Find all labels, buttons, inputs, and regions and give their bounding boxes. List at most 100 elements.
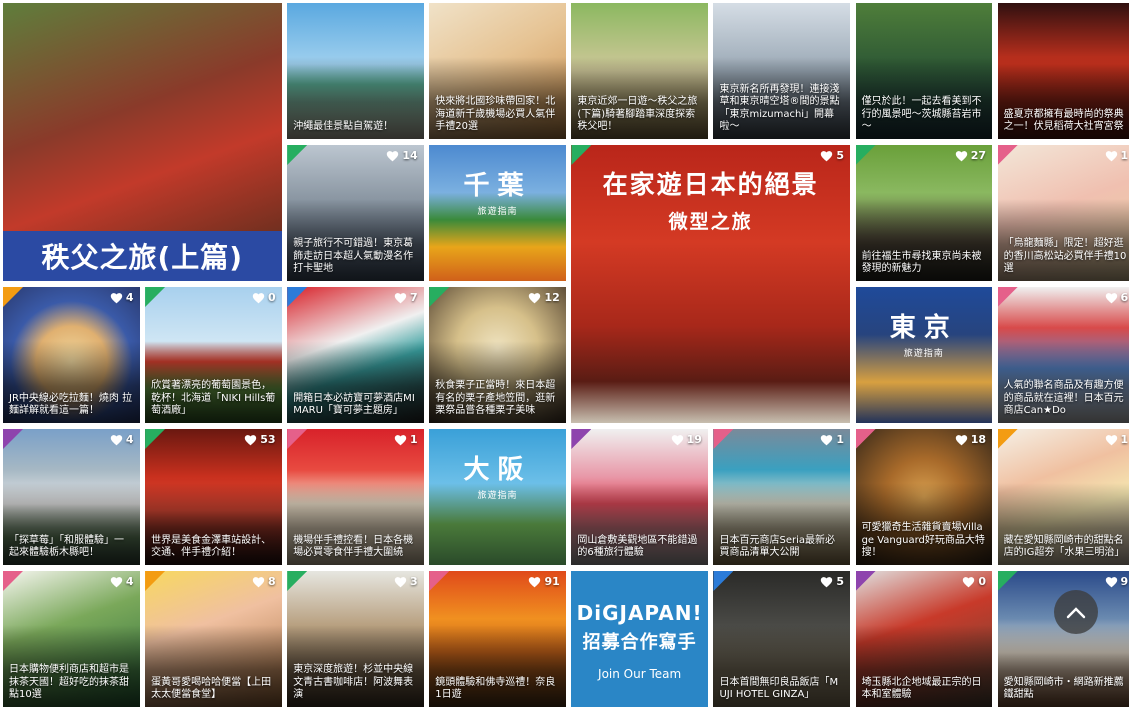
recruit-brand: DiGJAPAN! xyxy=(576,601,703,625)
city-guide-title: 千葉 旅遊指南 xyxy=(463,171,532,217)
article-tile-osaka[interactable]: 大阪 旅遊指南 xyxy=(429,429,566,565)
like-count: 0 xyxy=(962,575,986,588)
article-tile[interactable]: 0 埼玉縣北企地域最正宗的日本和室體驗 xyxy=(855,571,993,707)
article-tile[interactable]: 9 愛知縣岡崎市・網路新推薦鐵甜點 xyxy=(997,571,1129,707)
like-count: 3 xyxy=(394,575,418,588)
article-tile[interactable]: 沖繩最佳景點自駕遊！ xyxy=(287,3,424,139)
heart-icon xyxy=(110,576,123,587)
article-tile[interactable]: 3 東京深度旅遊！杉並中央線文青古書咖啡店！阿波舞表演 xyxy=(287,571,424,707)
article-tile[interactable]: 0 欣賞著漂亮的葡萄園景色，乾杯！北海道「NIKI Hills葡萄酒廠」 xyxy=(145,287,282,423)
tile-caption: 日本首間無印良品飯店「MUJI HOTEL GINZA」 xyxy=(719,676,839,701)
like-count: 91 xyxy=(528,575,560,588)
article-tile[interactable]: 快來將北國珍味帶回家！北海道新千歲機場必買人氣伴手禮20選 xyxy=(429,3,566,139)
recruit-heading: 招募合作寫手 xyxy=(582,632,697,653)
article-tile[interactable]: 7 開箱日本必訪寶可夢酒店MIMARU「寶可夢主題房」 xyxy=(287,287,424,423)
tile-caption: 日本百元商店Seria最新必買商品清單大公開 xyxy=(719,534,835,559)
tile-caption: 「烏龍麵縣」限定！超好逛的香川高松站必買伴手禮10選 xyxy=(1003,238,1127,274)
scroll-to-top-button[interactable] xyxy=(1054,590,1098,634)
like-count: 4 xyxy=(110,291,134,304)
heart-icon xyxy=(671,434,683,445)
heart-icon xyxy=(963,576,975,587)
article-tile[interactable]: 12 秋食栗子正當時！來日本超有名的栗子產地笠間，逛新栗祭品嘗各種栗子美味 xyxy=(429,287,566,423)
tile-caption: 日本購物便利商店和超市是抹茶天國！超好吃的抹茶甜點10選 xyxy=(9,664,129,700)
article-tile-tokyo[interactable]: 東京 旅遊指南 xyxy=(855,287,993,423)
heart-icon xyxy=(252,292,265,303)
article-tile[interactable]: 4 日本購物便利商店和超市是抹茶天國！超好吃的抹茶甜點10選 xyxy=(3,571,140,707)
article-tile-chichibu[interactable]: 秩父之旅(上篇) xyxy=(3,3,282,281)
recruit-cta: Join Our Team xyxy=(598,667,682,681)
tile-caption: 愛知縣岡崎市・網路新推薦鐵甜點 xyxy=(1003,676,1124,701)
like-count: 1 xyxy=(394,433,418,446)
article-tile[interactable]: 盛夏京都擁有最時尚的祭典之一！伏見稻荷大社宵宮祭 xyxy=(997,3,1129,139)
heart-icon xyxy=(387,150,399,161)
article-tile[interactable]: 53 世界是美食金澤車站設計、交通、伴手禮介紹！ xyxy=(145,429,282,565)
article-tile[interactable]: 18 可愛獵奇生活雜貨賣場Village Vanguard好玩商品大特搜！ xyxy=(855,429,993,565)
article-tile[interactable]: 東京新名所再發現！連接淺草和東京晴空塔®間的景點「東京mizumachi」開幕啦… xyxy=(713,3,850,139)
article-tile[interactable]: 僅只於此！一起去看美到不行的風景吧～茨城縣苔岩市～ xyxy=(855,3,993,139)
tile-caption: JR中央線必吃拉麵！燒肉 拉麵詳解就看這一篇！ xyxy=(9,392,133,417)
article-tile[interactable]: 4 JR中央線必吃拉麵！燒肉 拉麵詳解就看這一篇！ xyxy=(3,287,140,423)
heart-icon xyxy=(252,576,265,587)
article-tile[interactable]: 91 鏡頭體驗和佛寺巡禮！奈良1日遊 xyxy=(429,571,566,707)
heart-icon xyxy=(1105,434,1117,445)
heart-icon xyxy=(1105,292,1117,303)
tile-caption: 快來將北國珍味帶回家！北海道新千歲機場必買人氣伴手禮20選 xyxy=(435,96,556,132)
article-tile[interactable]: 6 人氣的聯名商品及有趣方便的商品就在這裡！日本百元商店Can★Do xyxy=(997,287,1129,423)
tile-caption: 開箱日本必訪寶可夢酒店MIMARU「寶可夢主題房」 xyxy=(293,392,415,417)
article-tile[interactable]: 1 藏在愛知縣岡崎市的甜點名店的IG超夯「水果三明治」 xyxy=(997,429,1129,565)
like-count: 4 xyxy=(110,575,134,588)
tile-caption: 盛夏京都擁有最時尚的祭典之一！伏見稻荷大社宵宮祭 xyxy=(1003,108,1124,133)
city-guide-title: 東京 旅遊指南 xyxy=(889,313,958,359)
tile-caption: 蛋黃哥愛喝哈哈便當【上田太太便當食堂】 xyxy=(151,676,272,701)
like-count: 8 xyxy=(252,575,276,588)
tile-caption: 沖繩最佳景點自駕遊！ xyxy=(293,121,394,132)
tile-caption: 人氣的聯名商品及有趣方便的商品就在這裡！日本百元商店Can★Do xyxy=(1003,380,1124,416)
article-tile[interactable]: 8 蛋黃哥愛喝哈哈便當【上田太太便當食堂】 xyxy=(145,571,282,707)
tile-caption: 東京近郊一日遊～秩父之旅(下篇)騎著腳踏車深度探索秩父吧！ xyxy=(577,96,698,132)
heart-icon xyxy=(394,576,407,587)
like-count: 1 xyxy=(1105,433,1128,446)
like-count: 19 xyxy=(671,433,702,446)
heart-icon xyxy=(110,292,123,303)
article-tile[interactable]: 5 日本首間無印良品飯店「MUJI HOTEL GINZA」 xyxy=(713,571,850,707)
heart-icon xyxy=(529,576,541,587)
tile-caption: 欣賞著漂亮的葡萄園景色，乾杯！北海道「NIKI Hills葡萄酒廠」 xyxy=(151,380,276,416)
tile-caption: 世界是美食金澤車站設計、交通、伴手禮介紹！ xyxy=(151,534,272,559)
heart-icon xyxy=(394,292,407,303)
like-count: 27 xyxy=(955,149,986,162)
tile-caption: 前往福生市尋找東京尚未被發現的新魅力 xyxy=(861,250,982,275)
article-tile[interactable]: 27 前往福生市尋找東京尚未被發現的新魅力 xyxy=(855,145,993,281)
like-count: 1 xyxy=(1105,149,1128,162)
article-tile[interactable]: 1 機場伴手禮控看！日本各機場必買零食伴手禮大圍繞 xyxy=(287,429,424,565)
article-tile-chiba[interactable]: 千葉 旅遊指南 xyxy=(429,145,566,281)
tile-caption: 可愛獵奇生活雜貨賣場Village Vanguard好玩商品大特搜！ xyxy=(861,522,985,558)
like-count: 0 xyxy=(252,291,276,304)
article-tile[interactable]: 4 「探草莓」「和服體驗」一起來體驗栃木縣吧！ xyxy=(3,429,140,565)
like-count: 18 xyxy=(955,433,986,446)
article-tile[interactable]: 1 「烏龍麵縣」限定！超好逛的香川高松站必買伴手禮10選 xyxy=(997,145,1129,281)
like-count: 5 xyxy=(820,575,844,588)
article-tile[interactable]: 東京近郊一日遊～秩父之旅(下篇)騎著腳踏車深度探索秩父吧！ xyxy=(571,3,708,139)
recruit-banner-body: DiGJAPAN! 招募合作寫手 Join Our Team xyxy=(571,571,708,707)
recruit-banner[interactable]: DiGJAPAN! 招募合作寫手 Join Our Team xyxy=(571,571,708,707)
tile-caption: 秋食栗子正當時！來日本超有名的栗子產地笠間，逛新栗祭品嘗各種栗子美味 xyxy=(435,380,556,416)
article-tile-featured[interactable]: 5 在家遊日本的絕景 微型之旅 xyxy=(571,145,850,423)
city-guide-title: 大阪 旅遊指南 xyxy=(463,455,532,501)
like-count: 14 xyxy=(386,149,418,162)
like-count: 5 xyxy=(820,149,844,162)
like-count: 1 xyxy=(820,433,844,446)
like-count: 4 xyxy=(110,433,134,446)
chevron-up-icon xyxy=(1066,607,1086,619)
article-tile[interactable]: 19 岡山倉敷美觀地區不能錯過的6種旅行體驗 xyxy=(571,429,708,565)
heart-icon xyxy=(245,434,257,445)
tile-caption: 藏在愛知縣岡崎市的甜點名店的IG超夯「水果三明治」 xyxy=(1003,534,1125,559)
heart-icon xyxy=(1105,576,1117,587)
tile-caption: 親子旅行不可錯過！東京葛飾走訪日本超人氣動漫名作打卡聖地 xyxy=(293,238,414,274)
article-tile[interactable]: 1 日本百元商店Seria最新必買商品清單大公開 xyxy=(713,429,850,565)
like-count: 53 xyxy=(244,433,276,446)
like-count: 12 xyxy=(528,291,560,304)
tile-banner-title: 秩父之旅(上篇) xyxy=(3,230,282,281)
article-tile[interactable]: 14 親子旅行不可錯過！東京葛飾走訪日本超人氣動漫名作打卡聖地 xyxy=(287,145,424,281)
heart-icon xyxy=(529,292,541,303)
tile-caption: 東京深度旅遊！杉並中央線文青古書咖啡店！阿波舞表演 xyxy=(293,664,414,700)
